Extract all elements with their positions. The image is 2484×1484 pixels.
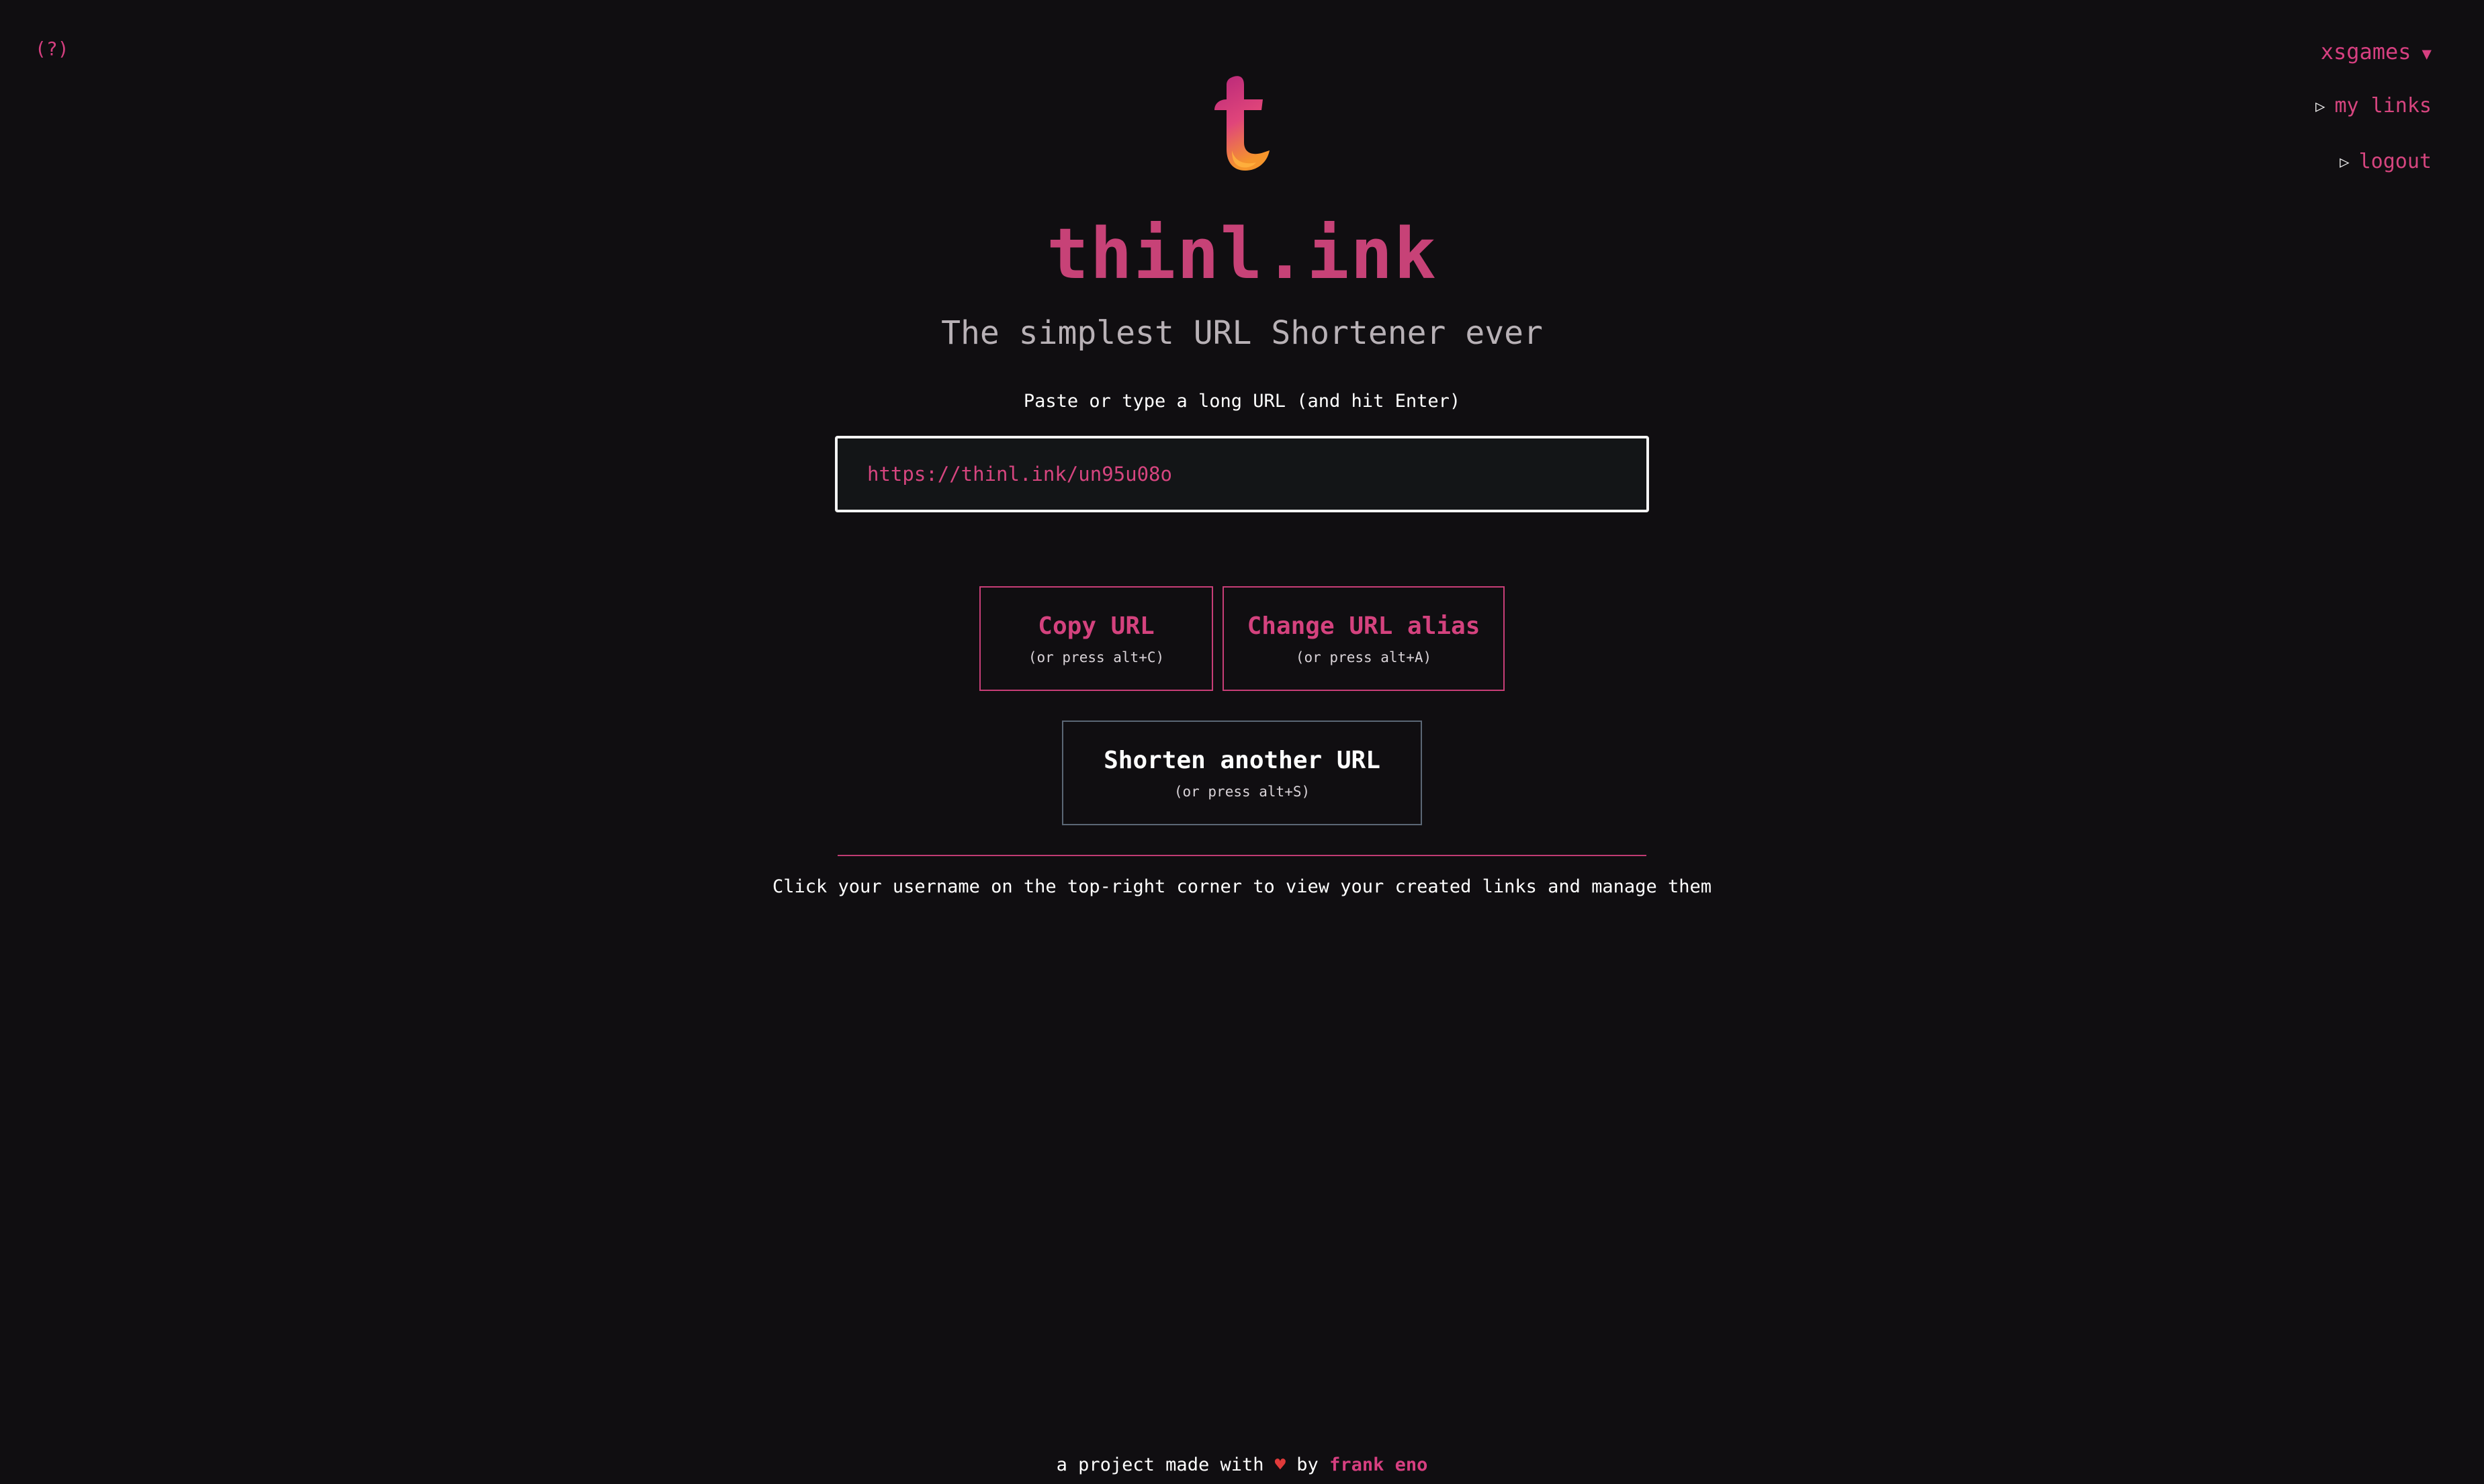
divider [838,855,1646,856]
footer-credit: a project made with ♥ by frank eno [0,1454,2484,1475]
url-input[interactable] [835,436,1649,512]
shorten-another-hint: (or press alt+S) [1173,783,1311,800]
change-alias-button[interactable]: Change URL alias (or press alt+A) [1223,586,1505,691]
change-alias-hint: (or press alt+A) [1295,649,1432,665]
copy-url-hint: (or press alt+C) [1028,649,1165,665]
credit-by: by [1296,1454,1319,1475]
heart-icon: ♥ [1274,1454,1286,1475]
author-link[interactable]: frank eno [1329,1454,1427,1475]
shorten-another-button[interactable]: Shorten another URL (or press alt+S) [1062,721,1422,825]
copy-url-button[interactable]: Copy URL (or press alt+C) [979,586,1213,691]
copy-url-label: Copy URL [1038,612,1155,640]
site-title: thinl.ink [1047,213,1437,295]
site-subtitle: The simplest URL Shortener ever [941,314,1543,352]
logo-icon [1214,76,1270,171]
url-input-label: Paste or type a long URL (and hit Enter) [1023,391,1461,412]
main-content: thinl.ink The simplest URL Shortener eve… [0,0,2484,897]
help-note: Click your username on the top-right cor… [772,876,1712,897]
action-buttons: Copy URL (or press alt+C) Change URL ali… [979,586,1505,691]
change-alias-label: Change URL alias [1247,612,1480,640]
shorten-another-label: Shorten another URL [1104,746,1380,774]
credit-prefix: a project made with [1056,1454,1264,1475]
